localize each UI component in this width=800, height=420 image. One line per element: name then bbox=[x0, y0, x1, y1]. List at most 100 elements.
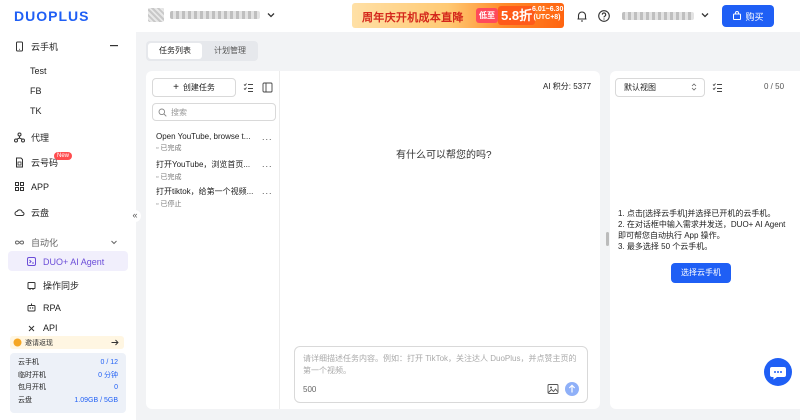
phone-icon bbox=[16, 41, 23, 52]
checklist-icon[interactable] bbox=[243, 82, 254, 93]
chevron-down-icon[interactable] bbox=[110, 238, 118, 246]
task-item[interactable]: 打开YouTube，浏览首页... ▫ 已完成 ... bbox=[156, 159, 276, 182]
arrow-right-icon bbox=[111, 339, 119, 346]
sidebar-item-cloud-disk[interactable]: 云盘 bbox=[14, 206, 49, 219]
chat-bubble-icon bbox=[770, 367, 786, 380]
stat-row: 包月开机 0 bbox=[18, 382, 118, 395]
sidebar-item-label: API bbox=[43, 324, 58, 332]
create-task-button[interactable]: + 创建任务 bbox=[152, 78, 236, 97]
panel-layout-icon[interactable] bbox=[262, 82, 273, 93]
sidebar: 云手机 Test FB TK 代理 云号码 New APP 云盘 自动化 DUO… bbox=[0, 32, 136, 420]
view-select[interactable]: 默认视图 bbox=[615, 78, 705, 97]
stat-value: 0 bbox=[114, 384, 118, 391]
stat-value: 0 / 12 bbox=[100, 359, 118, 366]
task-status: ▫ 已完成 bbox=[156, 143, 276, 153]
task-more-button[interactable]: ... bbox=[262, 159, 273, 169]
task-status-text: 已完成 bbox=[160, 174, 182, 181]
task-more-button[interactable]: ... bbox=[262, 186, 273, 196]
infinity-icon bbox=[14, 240, 25, 245]
sidebar-item-cloud-number[interactable]: 云号码 bbox=[14, 156, 58, 169]
task-status-text: 已停止 bbox=[160, 201, 182, 208]
search-icon bbox=[158, 108, 167, 117]
team-selector[interactable] bbox=[148, 8, 276, 22]
plus-icon: + bbox=[173, 82, 179, 93]
instruction-line: 3. 最多选择 50 个云手机。 bbox=[618, 242, 713, 251]
sidebar-item-app[interactable]: APP bbox=[14, 181, 49, 192]
usage-stats-card: 云手机 0 / 12 临时开机 0 分钟 包月开机 0 云盘 1.09GB / 5GB bbox=[10, 353, 126, 413]
stat-row: 临时开机 0 分钟 bbox=[18, 370, 118, 383]
status-doc-icon: ▫ bbox=[156, 200, 159, 208]
task-prompt-input[interactable]: 请详细描述任务内容。例如：打开 TikTok，关注达人 DuoPlus，并点赞主… bbox=[294, 346, 588, 403]
resize-handle[interactable] bbox=[606, 232, 609, 246]
team-name-redacted bbox=[170, 11, 260, 19]
checklist-icon[interactable] bbox=[712, 82, 723, 93]
tab-plan-management[interactable]: 计划管理 bbox=[204, 43, 256, 59]
prompt-placeholder: 请详细描述任务内容。例如：打开 TikTok，关注达人 DuoPlus，并点赞主… bbox=[303, 354, 577, 375]
invite-cashback-bar[interactable]: 邀请返现 bbox=[10, 336, 124, 349]
sidebar-item-proxy[interactable]: 代理 bbox=[14, 131, 49, 144]
selected-count: 0 / 50 bbox=[764, 82, 785, 91]
promo-banner[interactable]: 周年庆开机成本直降 低至 5.8折 6.01~6.30 (UTC+8) bbox=[352, 3, 564, 28]
stat-row: 云盘 1.09GB / 5GB bbox=[18, 395, 118, 408]
banner-date-tz: (UTC+8) bbox=[533, 14, 561, 21]
sidebar-item-ai-agent[interactable]: DUO+ AI Agent bbox=[26, 256, 104, 267]
buy-button[interactable]: 购买 bbox=[722, 5, 774, 27]
image-upload-icon[interactable] bbox=[547, 383, 559, 395]
banner-tag: 低至 bbox=[476, 8, 498, 23]
ai-points: AI 积分: 5377 bbox=[543, 82, 592, 91]
sidebar-group-tk[interactable]: TK bbox=[30, 106, 42, 116]
sync-devices-icon bbox=[27, 282, 36, 290]
task-item[interactable]: 打开tiktok，给第一个视频... ▫ 已停止 ... bbox=[156, 186, 276, 209]
search-placeholder: 搜索 bbox=[171, 107, 187, 117]
status-doc-icon: ▫ bbox=[156, 173, 159, 181]
cart-icon bbox=[733, 11, 742, 20]
instruction-line: 2. 在对话框中输入需求并发送，DUO+ AI Agent 即可帮您自动执行 A… bbox=[618, 220, 786, 240]
collapse-sidebar-button[interactable]: « bbox=[129, 210, 141, 222]
task-title: 打开YouTube，浏览首页... bbox=[156, 160, 251, 169]
collapse-minus-icon[interactable] bbox=[110, 44, 118, 47]
stat-label: 云手机 bbox=[18, 359, 39, 366]
support-chat-button[interactable] bbox=[764, 358, 792, 386]
sidebar-item-rpa[interactable]: RPA bbox=[26, 302, 61, 313]
ai-agent-icon bbox=[27, 257, 36, 266]
cloud-icon bbox=[14, 209, 25, 216]
sidebar-item-label: 云盘 bbox=[31, 208, 50, 218]
task-more-button[interactable]: ... bbox=[262, 132, 273, 142]
send-button[interactable] bbox=[565, 382, 579, 396]
user-name-redacted[interactable] bbox=[622, 12, 694, 20]
chat-greeting: 有什么可以帮您的吗? bbox=[396, 150, 492, 161]
sidebar-item-op-sync[interactable]: 操作同步 bbox=[26, 279, 79, 292]
task-status-text: 已完成 bbox=[160, 145, 182, 152]
help-icon[interactable] bbox=[597, 9, 611, 23]
stat-label: 临时开机 bbox=[18, 371, 46, 379]
instruction-line: 1. 点击[选择云手机]并选择已开机的云手机。 bbox=[618, 209, 776, 218]
sidebar-group-test[interactable]: Test bbox=[30, 66, 47, 76]
task-list-panel: + 创建任务 搜索 Open YouTube, browse t... ▫ 已完成… bbox=[146, 71, 280, 409]
sidebar-item-label: DUO+ AI Agent bbox=[43, 256, 105, 267]
duoplus-logo[interactable]: DUOPLUS bbox=[14, 8, 106, 24]
sidebar-group-fb[interactable]: FB bbox=[30, 86, 42, 96]
task-search-input[interactable]: 搜索 bbox=[152, 103, 276, 121]
sidebar-item-automation[interactable]: 自动化 bbox=[14, 236, 58, 249]
banner-date-range: 6.01~6.30 bbox=[532, 6, 564, 13]
view-tabs: 任务列表 计划管理 bbox=[146, 41, 258, 61]
sidebar-item-api[interactable]: API bbox=[26, 324, 58, 332]
select-cloud-phone-button[interactable]: 选择云手机 bbox=[671, 263, 731, 283]
stat-row: 云手机 0 / 12 bbox=[18, 357, 118, 370]
task-item[interactable]: Open YouTube, browse t... ▫ 已完成 ... bbox=[156, 132, 276, 153]
chevron-down-icon[interactable] bbox=[700, 10, 710, 20]
stat-value: 1.09GB / 5GB bbox=[74, 396, 118, 404]
network-icon bbox=[14, 132, 25, 143]
sidebar-item-cloud-phone[interactable]: 云手机 bbox=[14, 40, 58, 53]
create-task-label: 创建任务 bbox=[182, 83, 215, 92]
sidebar-item-label: APP bbox=[31, 181, 50, 192]
tab-task-list[interactable]: 任务列表 bbox=[148, 43, 202, 59]
arrow-up-icon bbox=[568, 384, 576, 393]
bell-icon[interactable] bbox=[575, 9, 589, 23]
task-status: ▫ 已完成 bbox=[156, 172, 276, 182]
sidebar-item-label: 云手机 bbox=[31, 42, 59, 52]
task-title: Open YouTube, browse t... bbox=[156, 132, 251, 141]
task-title: 打开tiktok，给第一个视频... bbox=[156, 187, 254, 196]
task-status: ▫ 已停止 bbox=[156, 199, 276, 209]
api-icon bbox=[28, 325, 35, 331]
